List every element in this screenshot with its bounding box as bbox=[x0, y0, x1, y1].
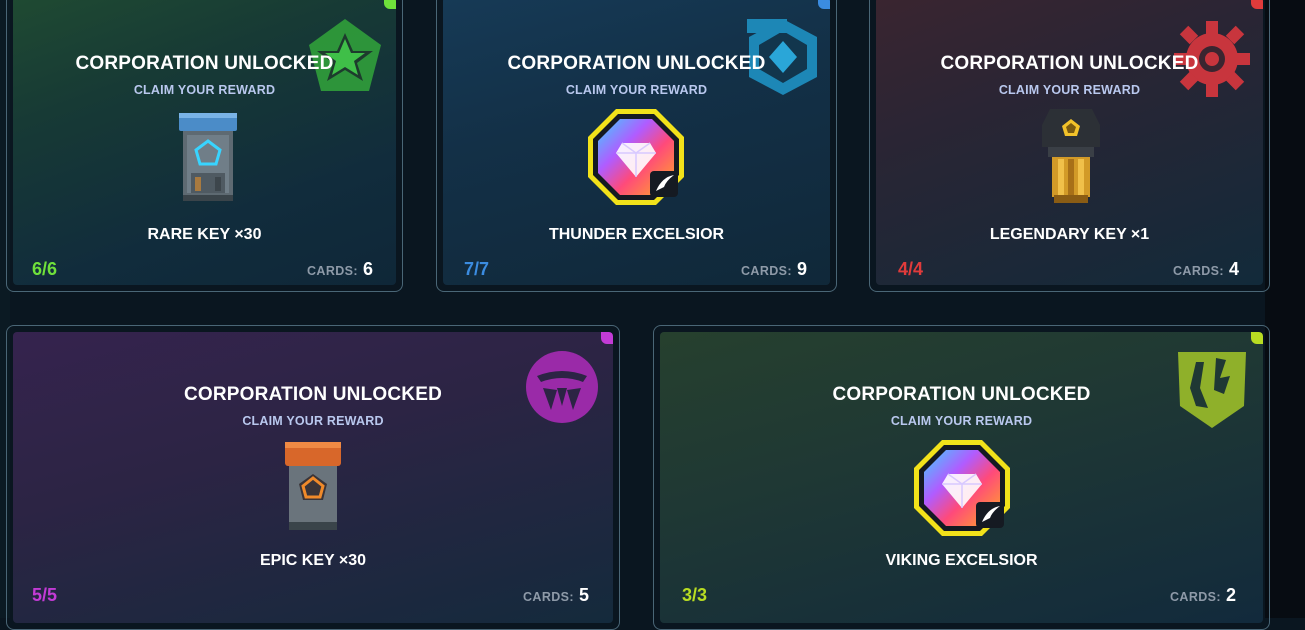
cards-value: 6 bbox=[362, 259, 373, 279]
cards-label: CARDS: bbox=[1172, 264, 1224, 278]
card-title: CORPORATION UNLOCKED bbox=[75, 53, 334, 74]
cards-count: CARDS: 6 bbox=[307, 259, 373, 280]
epic-key-crate-icon bbox=[285, 442, 341, 530]
cards-label: CARDS: bbox=[740, 264, 792, 278]
cards-count: CARDS: 2 bbox=[1170, 585, 1236, 606]
excelsior-gem-icon bbox=[588, 109, 684, 205]
cards-count: CARDS: 5 bbox=[523, 585, 589, 606]
cards-count: CARDS: 9 bbox=[741, 259, 807, 280]
progress-count: 7/7 bbox=[464, 259, 490, 279]
corporation-card-blue[interactable]: CORPORATION UNLOCKED CLAIM YOUR REWARD T… bbox=[436, 0, 837, 292]
card-panel: CORPORATION UNLOCKED CLAIM YOUR REWARD T… bbox=[443, 0, 830, 285]
reward-name: LEGENDARY KEY ×1 bbox=[989, 226, 1150, 243]
accent-corner bbox=[384, 0, 396, 9]
card-subtitle: CLAIM YOUR REWARD bbox=[565, 83, 708, 97]
cards-label: CARDS: bbox=[522, 590, 574, 604]
rare-key-crate-icon bbox=[179, 113, 237, 201]
corporation-card-lime[interactable]: CORPORATION UNLOCKED CLAIM YOUR REWARD V… bbox=[653, 325, 1270, 630]
cards-count: CARDS: 4 bbox=[1173, 259, 1239, 280]
card-panel: CORPORATION UNLOCKED CLAIM YOUR REWARD V… bbox=[660, 332, 1263, 623]
corporation-card-red[interactable]: CORPORATION UNLOCKED CLAIM YOUR REWARD L… bbox=[869, 0, 1270, 292]
cards-value: 4 bbox=[1228, 259, 1239, 279]
reward-name: RARE KEY ×30 bbox=[147, 226, 262, 243]
reward-name: VIKING EXCELSIOR bbox=[885, 552, 1038, 569]
cards-value: 2 bbox=[1225, 585, 1236, 605]
accent-corner bbox=[1251, 0, 1263, 9]
card-subtitle: CLAIM YOUR REWARD bbox=[133, 83, 276, 97]
legendary-key-icon bbox=[1042, 109, 1100, 203]
right-scroll-rail bbox=[1265, 0, 1305, 618]
card-panel: CORPORATION UNLOCKED CLAIM YOUR REWARD L… bbox=[876, 0, 1263, 285]
cards-label: CARDS: bbox=[1169, 590, 1221, 604]
card-subtitle: CLAIM YOUR REWARD bbox=[890, 414, 1033, 428]
card-panel: CORPORATION UNLOCKED CLAIM YOUR REWARD E… bbox=[13, 332, 613, 623]
card-panel: CORPORATION UNLOCKED CLAIM YOUR REWARD R… bbox=[13, 0, 396, 285]
accent-corner bbox=[1251, 332, 1263, 344]
card-title: CORPORATION UNLOCKED bbox=[507, 53, 766, 74]
progress-count: 3/3 bbox=[682, 585, 708, 605]
card-title: CORPORATION UNLOCKED bbox=[832, 384, 1091, 405]
progress-count: 4/4 bbox=[898, 259, 924, 279]
corporation-card-green[interactable]: CORPORATION UNLOCKED CLAIM YOUR REWARD R… bbox=[6, 0, 403, 292]
corporation-card-purple[interactable]: CORPORATION UNLOCKED CLAIM YOUR REWARD E… bbox=[6, 325, 620, 630]
progress-count: 5/5 bbox=[32, 585, 58, 605]
accent-corner bbox=[601, 332, 613, 344]
card-title: CORPORATION UNLOCKED bbox=[183, 384, 443, 405]
excelsior-gem-icon bbox=[914, 440, 1010, 536]
cards-value: 9 bbox=[796, 259, 807, 279]
card-title: CORPORATION UNLOCKED bbox=[940, 53, 1199, 74]
cards-label: CARDS: bbox=[306, 264, 358, 278]
card-subtitle: CLAIM YOUR REWARD bbox=[998, 83, 1141, 97]
accent-corner bbox=[818, 0, 830, 9]
progress-count: 6/6 bbox=[32, 259, 58, 279]
reward-name: EPIC KEY ×30 bbox=[260, 552, 366, 569]
card-subtitle: CLAIM YOUR REWARD bbox=[242, 414, 384, 428]
reward-name: THUNDER EXCELSIOR bbox=[548, 226, 725, 243]
cards-value: 5 bbox=[578, 585, 589, 605]
